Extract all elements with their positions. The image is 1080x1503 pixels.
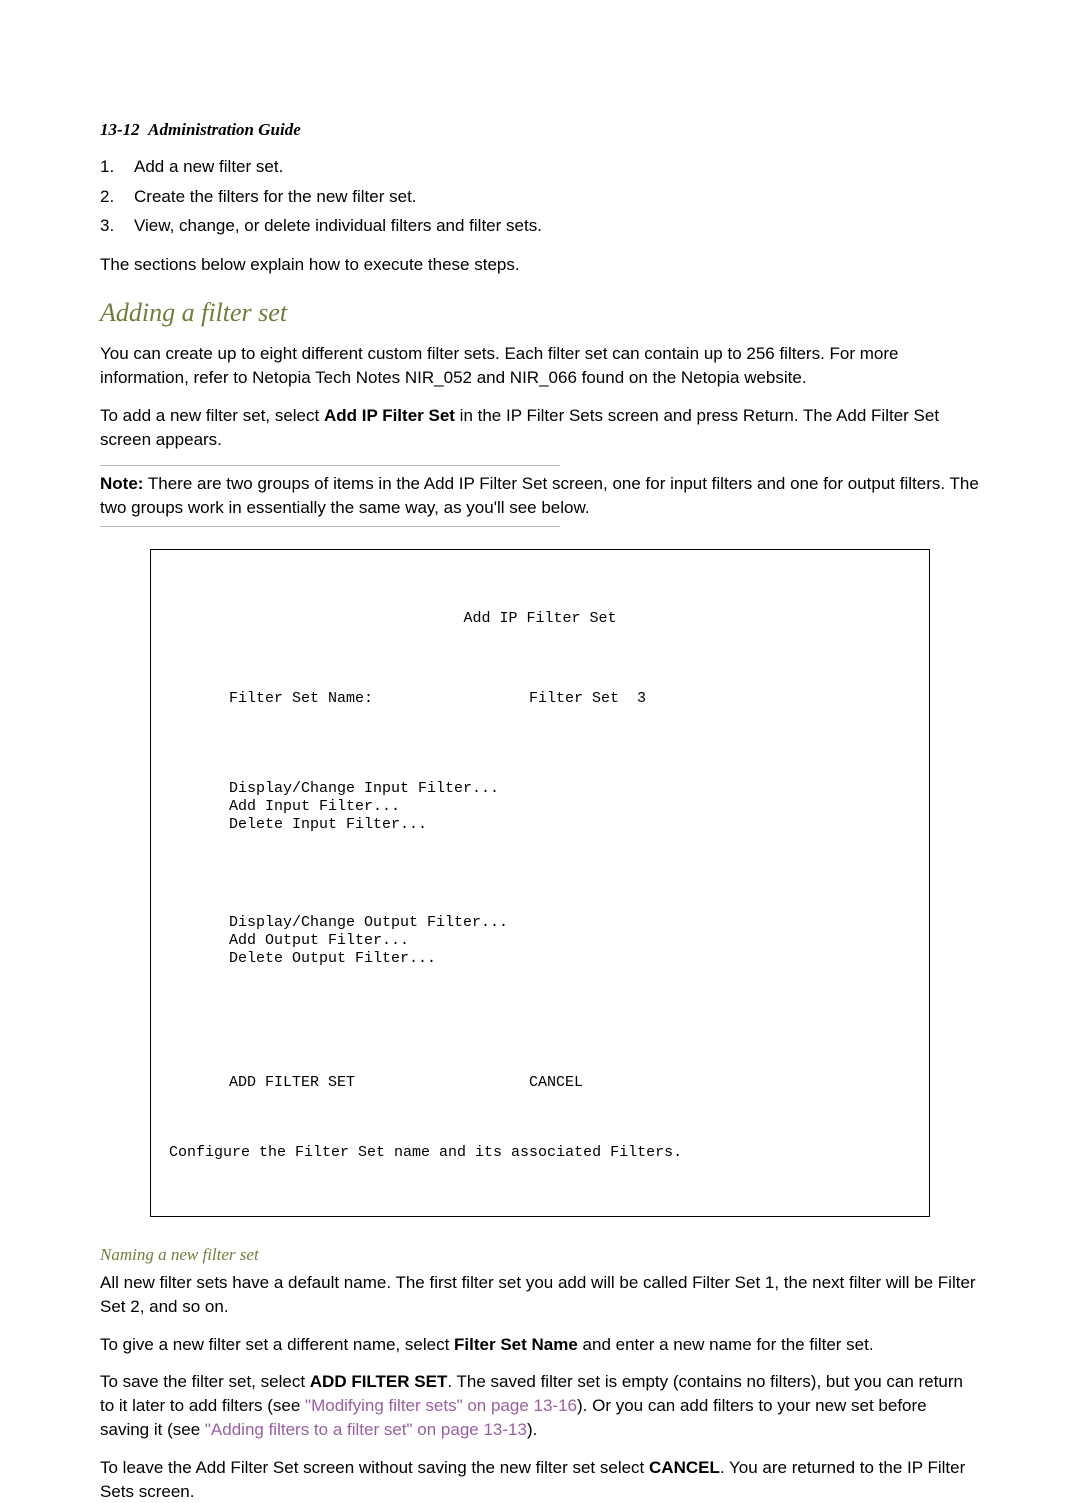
field-label: Filter Set Name: [169, 690, 529, 708]
paragraph: You can create up to eight different cus… [100, 342, 980, 390]
divider [100, 526, 560, 527]
list-item: 3. View, change, or delete individual fi… [100, 213, 980, 239]
item-number: 3. [100, 213, 134, 239]
terminal-row: Filter Set Name: Filter Set 3 [169, 690, 911, 708]
paragraph: All new filter sets have a default name.… [100, 1271, 980, 1319]
menu-item: Delete Output Filter... [229, 950, 436, 967]
action-name: Add IP Filter Set [324, 406, 455, 425]
action-name: CANCEL [649, 1458, 720, 1477]
page-ref: 13-12 [100, 120, 140, 139]
note-text: Note: There are two groups of items in t… [100, 466, 980, 526]
note-label: Note: [100, 474, 143, 493]
text-run: ). [527, 1420, 537, 1439]
action-name: Filter Set Name [454, 1335, 578, 1354]
text-run: To give a new filter set a different nam… [100, 1335, 454, 1354]
field-value: Filter Set 3 [529, 690, 911, 708]
menu-item: Display/Change Input Filter... [229, 780, 499, 797]
text-run: and enter a new name for the filter set. [578, 1335, 874, 1354]
cross-reference: "Modifying filter sets" on page 13-16 [305, 1396, 577, 1415]
text-run: There are two groups of items in the Add… [100, 474, 979, 517]
menu-item: Add Output Filter... [229, 932, 409, 949]
note-block: Note: There are two groups of items in t… [100, 465, 980, 527]
menu-item: Display/Change Output Filter... [229, 914, 508, 931]
section-heading-adding: Adding a filter set [100, 298, 980, 328]
item-text: View, change, or delete individual filte… [134, 213, 542, 239]
document-page: 13-12 Administration Guide 1. Add a new … [0, 0, 1080, 1397]
item-text: Add a new filter set. [134, 154, 283, 180]
terminal-actions: ADD FILTER SET CANCEL [169, 1074, 911, 1092]
ordered-steps: 1. Add a new filter set. 2. Create the f… [100, 154, 980, 239]
add-filter-set-action: ADD FILTER SET [169, 1074, 529, 1092]
paragraph: To give a new filter set a different nam… [100, 1333, 980, 1357]
cancel-action: CANCEL [529, 1074, 911, 1092]
list-item: 2. Create the filters for the new filter… [100, 184, 980, 210]
item-text: Create the filters for the new filter se… [134, 184, 417, 210]
item-number: 1. [100, 154, 134, 180]
text-run: To add a new filter set, select [100, 406, 324, 425]
item-number: 2. [100, 184, 134, 210]
paragraph: To leave the Add Filter Set screen witho… [100, 1456, 980, 1503]
page-header: 13-12 Administration Guide [100, 120, 980, 140]
text-run: To leave the Add Filter Set screen witho… [100, 1458, 649, 1477]
paragraph: To add a new filter set, select Add IP F… [100, 404, 980, 452]
paragraph: To save the filter set, select ADD FILTE… [100, 1370, 980, 1441]
list-item: 1. Add a new filter set. [100, 154, 980, 180]
menu-item: Add Input Filter... [229, 798, 400, 815]
terminal-title: Add IP Filter Set [169, 610, 911, 628]
input-filter-group: Display/Change Input Filter... Add Input… [169, 762, 911, 834]
menu-item: Delete Input Filter... [229, 816, 427, 833]
terminal-status: Configure the Filter Set name and its as… [169, 1144, 911, 1162]
cross-reference: "Adding filters to a filter set" on page… [205, 1420, 527, 1439]
intro-follow: The sections below explain how to execut… [100, 253, 980, 277]
text-run: To save the filter set, select [100, 1372, 310, 1391]
page-title: Administration Guide [148, 120, 301, 139]
output-filter-group: Display/Change Output Filter... Add Outp… [169, 896, 911, 968]
terminal-screenshot: Add IP Filter Set Filter Set Name: Filte… [150, 549, 930, 1217]
action-name: ADD FILTER SET [310, 1372, 448, 1391]
sub-heading-naming: Naming a new filter set [100, 1245, 980, 1265]
